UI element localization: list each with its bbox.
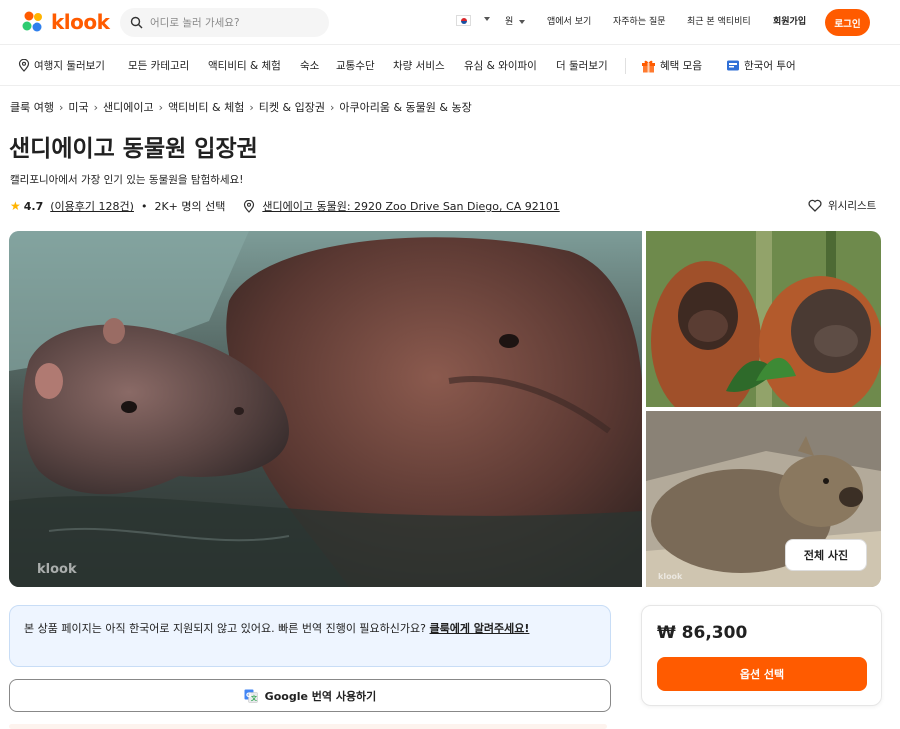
main-photo-hippos[interactable]: klook [9,231,642,587]
gift-icon [642,60,655,72]
chevron-right-icon: › [93,101,99,114]
reviews-link[interactable]: (이용후기 128건) [50,198,134,214]
view-all-photos-button[interactable]: 전체 사진 [785,539,867,571]
page-title: 샌디에이고 동물원 입장권 [9,136,258,162]
chevron-right-icon: › [249,101,254,114]
korea-flag-icon[interactable] [456,15,471,26]
category-nav: 여행지 둘러보기 모든 카테고리 액티비티 & 체험 숙소 교통수단 차량 서비… [0,46,900,86]
subnav-stays[interactable]: 숙소 [300,58,319,73]
breadcrumb-item[interactable]: 티켓 & 입장권 [259,101,325,114]
wishlist-button[interactable]: 위시리스트 [808,198,876,213]
page-subtitle: 캘리포니아에서 가장 인기 있는 동물원을 탐험하세요! [10,174,244,186]
subnav-benefits[interactable]: 혜택 모음 [641,58,702,73]
nav-recently-viewed[interactable]: 최근 본 액티비티 [687,14,751,27]
currency-label: 원 [505,17,514,27]
subnav-car-service[interactable]: 차량 서비스 [393,58,445,73]
breadcrumb-item[interactable]: 아쿠아리움 & 동물원 & 농장 [339,101,471,114]
search-icon [130,16,143,29]
chevron-down-icon [484,16,490,21]
breadcrumb-item[interactable]: 액티비티 & 체험 [168,101,244,114]
nav-app-view[interactable]: 앱에서 보기 [547,14,591,27]
search-bar[interactable] [120,8,329,37]
klook-watermark: klook [658,572,683,581]
subnav-all-categories[interactable]: 모든 카테고리 [128,58,189,73]
section-strip [9,724,607,729]
klook-logo-icon [22,11,42,32]
subnav-label: 한국어 투어 [744,60,796,72]
subnav-korean-tour[interactable]: 한국어 투어 [726,58,796,73]
thumbnail-orangutans[interactable] [646,231,881,407]
subnav-label: 여행지 둘러보기 [34,60,105,72]
translation-notice: 본 상품 페이지는 아직 한국어로 지원되지 않고 있어요. 빠른 번역 진행이… [9,605,611,667]
star-icon: ★ [10,199,21,213]
notice-text: 본 상품 페이지는 아직 한국어로 지원되지 않고 있어요. 빠른 번역 진행이… [24,622,430,635]
orangutan-image [646,231,881,407]
nav-faq[interactable]: 자주하는 질문 [613,14,666,27]
breadcrumb-item[interactable]: 미국 [68,101,88,114]
svg-text:文: 文 [250,694,258,702]
subnav-divider [625,58,626,74]
subnav-activities[interactable]: 액티비티 & 체험 [208,58,281,73]
currency-selector[interactable]: 원 [505,14,526,27]
select-option-button[interactable]: 옵션 선택 [657,657,867,691]
notify-klook-link[interactable]: 클룩에게 알려주세요! [430,622,530,635]
klook-watermark: klook [37,562,77,577]
rating-value: 4.7 [23,199,44,213]
subnav-label: 혜택 모음 [660,60,702,72]
chevron-right-icon: › [158,101,164,114]
top-header: klook 원 앱에서 보기 자주하는 질문 최근 본 액티비티 회원가입 로그… [0,0,900,45]
product-meta: ★ 4.7 (이용후기 128건) • 2K+ 명의 선택 샌디에이고 동물원:… [10,198,560,214]
logo-text: klook [51,10,110,34]
subnav-destinations[interactable]: 여행지 둘러보기 [18,58,105,73]
hippo-image: klook [9,231,642,587]
subnav-more[interactable]: 더 둘러보기 [556,58,608,73]
language-caret[interactable] [478,14,490,24]
translate-label: Google 번역 사용하기 [264,689,377,703]
breadcrumb: 클룩 여행 › 미국 › 샌디에이고 › 액티비티 & 체험 › 티켓 & 입장권 › 아쿠아리움 … [10,99,472,115]
search-input[interactable] [150,16,320,29]
breadcrumb-item[interactable]: 클룩 여행 [10,101,54,114]
separator-dot: • [140,199,148,213]
booked-count: 2K+ 명의 선택 [154,200,226,213]
chevron-down-icon [519,19,526,24]
login-button[interactable]: 로그인 [825,9,870,36]
heart-icon [808,199,822,212]
location-pin-icon [18,59,30,72]
location-pin-icon [244,199,255,213]
breadcrumb-item[interactable]: 샌디에이고 [103,101,154,114]
booking-card: ₩ 86,300 옵션 선택 [641,605,882,706]
address-link[interactable]: 샌디에이고 동물원: 2920 Zoo Drive San Diego, CA … [262,198,559,214]
wishlist-label: 위시리스트 [828,200,877,212]
subnav-transport[interactable]: 교통수단 [336,58,375,73]
chevron-right-icon: › [329,101,335,114]
klook-logo[interactable]: klook [20,9,110,35]
tour-badge-icon [727,60,739,70]
subnav-sim-wifi[interactable]: 유심 & 와이파이 [464,58,537,73]
nav-signup[interactable]: 회원가입 [773,14,806,27]
price-amount: ₩ 86,300 [657,623,748,643]
google-translate-icon: G 文 [244,689,258,703]
google-translate-button[interactable]: G 文 Google 번역 사용하기 [9,679,611,712]
chevron-right-icon: › [58,101,64,114]
